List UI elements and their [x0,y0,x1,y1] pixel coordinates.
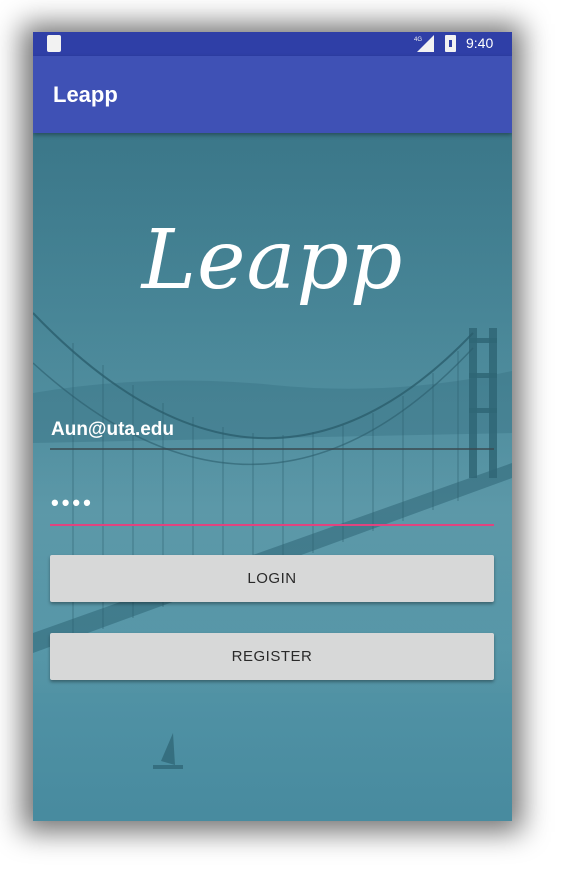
signal-4g-icon: 4G [414,35,434,52]
email-field[interactable]: Aun@uta.edu [50,416,494,450]
email-underline [50,448,494,450]
svg-text:4G: 4G [414,37,422,43]
app-title: Leapp [53,82,118,107]
password-value: •••• [51,490,94,515]
status-time: 9:40 [466,35,494,51]
battery-icon [445,35,456,52]
login-button[interactable]: LOGIN [50,555,494,602]
password-underline [50,524,494,526]
leapp-logo: Leapp [141,213,404,308]
password-field[interactable]: •••• [50,488,494,526]
status-bar: 4G 9:40 [33,32,512,56]
register-button[interactable]: REGISTER [50,633,494,680]
login-content: Leapp Aun@uta.edu •••• LOGIN REGISTER [33,133,512,821]
phone-screen: 4G 9:40 Leapp Leapp Aun@uta.edu •••• LOG… [33,32,512,821]
app-bar: Leapp [33,56,512,133]
notification-icon [47,35,61,52]
email-value: Aun@uta.edu [51,419,175,440]
